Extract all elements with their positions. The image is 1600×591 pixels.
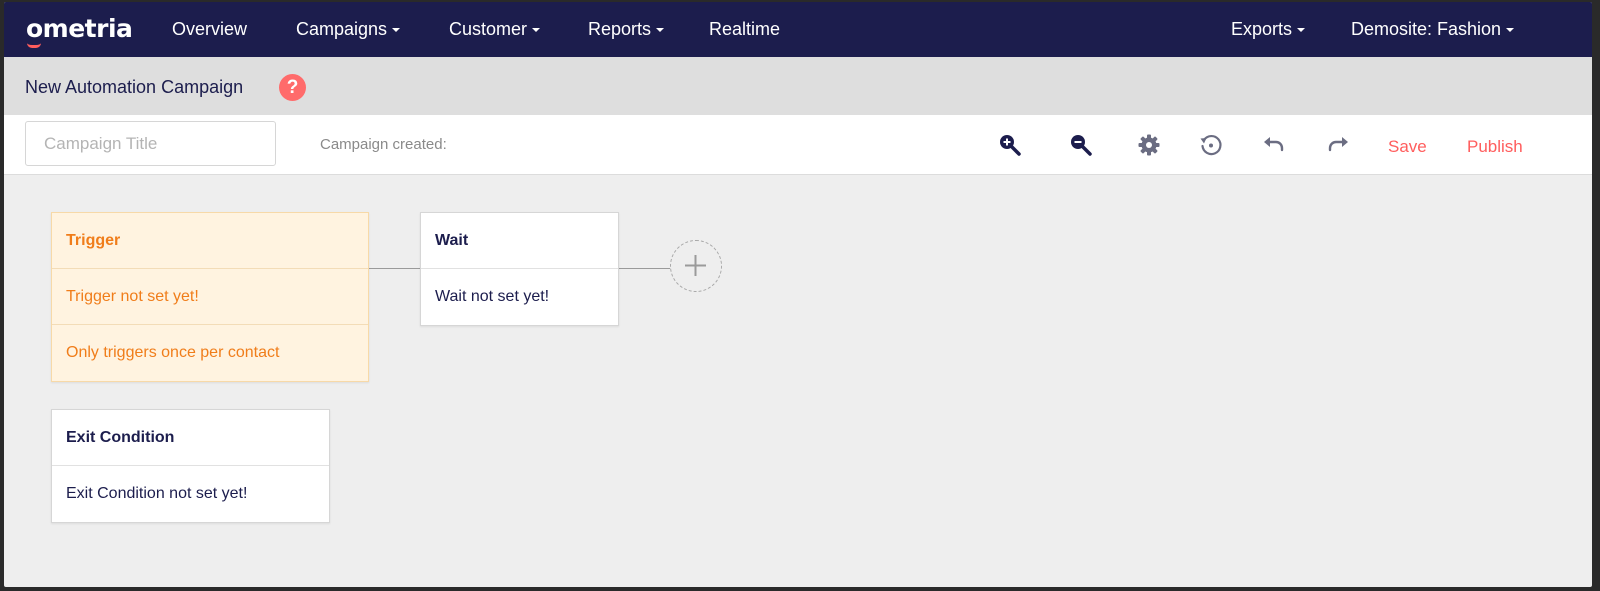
undo-icon[interactable] (1260, 131, 1288, 159)
nav-realtime[interactable]: Realtime (709, 19, 780, 40)
campaign-title-input[interactable] (25, 121, 276, 166)
site-selector[interactable]: Demosite: Fashion (1351, 19, 1515, 40)
nav-realtime-label: Realtime (709, 19, 781, 39)
logo-swoosh-icon (27, 43, 41, 48)
gear-icon[interactable] (1135, 131, 1163, 159)
redo-icon[interactable] (1324, 131, 1352, 159)
nav-exports[interactable]: Exports (1231, 19, 1306, 40)
connector-trigger-wait (369, 268, 420, 269)
nav-overview-label: Overview (172, 19, 248, 39)
exit-condition-node[interactable]: Exit Condition Exit Condition not set ye… (51, 409, 330, 523)
trigger-node-title: Trigger (52, 213, 368, 269)
wait-node-title: Wait (421, 213, 618, 269)
nav-reports[interactable]: Reports (588, 19, 665, 40)
campaign-toolbar: Campaign created: (4, 115, 1592, 175)
campaign-created-label: Campaign created: (320, 136, 447, 153)
caret-down-icon (392, 28, 401, 32)
caret-down-icon (656, 28, 665, 32)
caret-down-icon (1297, 28, 1306, 32)
exit-condition-status: Exit Condition not set yet! (66, 485, 248, 502)
trigger-node[interactable]: Trigger Trigger not set yet! Only trigge… (51, 212, 369, 382)
zoom-in-icon[interactable] (996, 131, 1024, 159)
zoom-out-icon[interactable] (1067, 131, 1095, 159)
nav-campaigns[interactable]: Campaigns (296, 19, 401, 40)
campaign-header: New Automation Campaign ? (4, 57, 1592, 115)
nav-overview[interactable]: Overview (172, 19, 247, 40)
app-window: ometria Overview Campaigns Customer Repo… (4, 2, 1592, 587)
plus-icon (685, 255, 706, 276)
caret-down-icon (1506, 28, 1515, 32)
publish-button[interactable]: Publish (1467, 137, 1523, 157)
nav-customer[interactable]: Customer (449, 19, 541, 40)
history-icon[interactable] (1197, 131, 1225, 159)
save-button[interactable]: Save (1388, 137, 1427, 157)
nav-reports-label: Reports (588, 19, 652, 39)
ometria-logo[interactable]: ometria (26, 14, 133, 48)
page-title: New Automation Campaign (25, 77, 244, 97)
connector-wait-add (619, 268, 671, 269)
top-navigation: ometria Overview Campaigns Customer Repo… (4, 2, 1592, 57)
nav-exports-label: Exports (1231, 19, 1293, 39)
exit-condition-title: Exit Condition (52, 410, 329, 466)
logo-text: ometria (26, 14, 133, 43)
nav-campaigns-label: Campaigns (296, 19, 388, 39)
wait-node[interactable]: Wait Wait not set yet! (420, 212, 619, 326)
wait-node-status: Wait not set yet! (435, 288, 550, 305)
nav-customer-label: Customer (449, 19, 528, 39)
caret-down-icon (532, 28, 541, 32)
help-icon[interactable]: ? (279, 74, 306, 101)
trigger-node-frequency: Only triggers once per contact (66, 344, 280, 361)
site-selector-label: Demosite: Fashion (1351, 19, 1502, 39)
add-step-button[interactable] (670, 240, 722, 292)
trigger-node-status: Trigger not set yet! (52, 269, 368, 325)
